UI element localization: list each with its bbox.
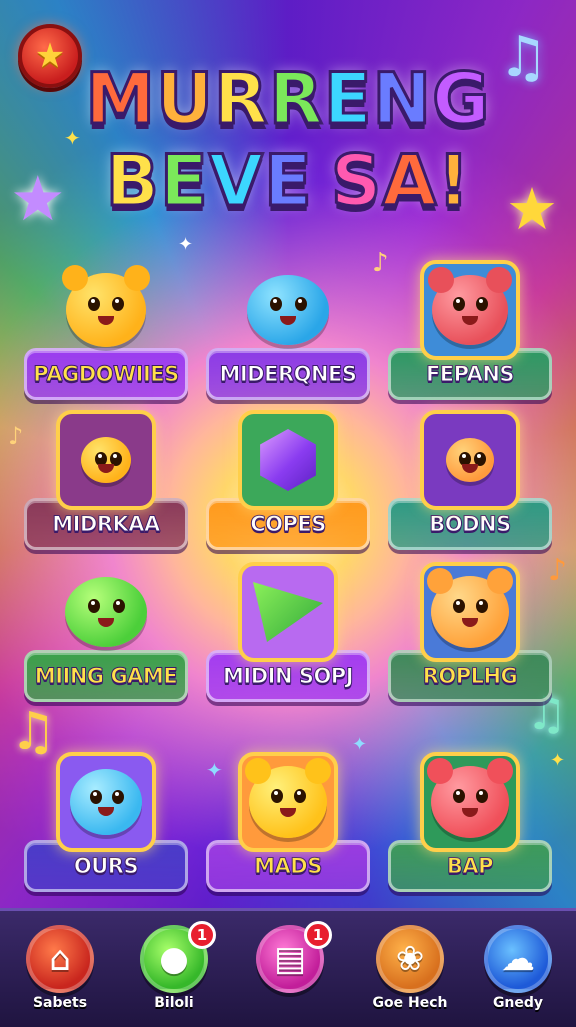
puzzle-icon: ❀ bbox=[395, 939, 425, 979]
game-tile[interactable]: OURS bbox=[24, 752, 188, 892]
candy-group-icon bbox=[420, 410, 520, 510]
title-letter: G bbox=[431, 57, 491, 142]
home-icon: ⌂ bbox=[49, 939, 71, 979]
music-note-icon: ♪ bbox=[372, 248, 389, 278]
title-letter: E bbox=[263, 139, 314, 224]
nav-label: Goe Hech bbox=[372, 995, 448, 1011]
tile-label: BODNS bbox=[429, 512, 512, 537]
green-slice-icon bbox=[238, 562, 338, 662]
cloud-icon: ☁ bbox=[501, 939, 535, 979]
game-tile[interactable]: MIING GAME bbox=[24, 562, 188, 702]
nav-label: Gnedy bbox=[492, 995, 544, 1011]
blue-fish-icon bbox=[56, 752, 156, 852]
nav-item[interactable]: ● 1 Biloli bbox=[126, 919, 222, 1023]
character-group-icon bbox=[56, 410, 156, 510]
title-letter: E bbox=[158, 139, 209, 224]
nav-item[interactable]: ▤ 1 bbox=[242, 919, 338, 1023]
orange-bear-icon bbox=[420, 562, 520, 662]
tile-label: ROPLHG bbox=[422, 664, 518, 689]
nav-label: Biloli bbox=[154, 995, 194, 1011]
title-letter: B bbox=[104, 139, 160, 224]
nav-item[interactable]: ❀ Goe Hech bbox=[362, 919, 458, 1023]
tile-label: BAP bbox=[446, 854, 494, 879]
sparkle-icon: ✦ bbox=[178, 234, 194, 255]
nav-button[interactable]: ⌂ bbox=[26, 925, 94, 993]
notification-badge: 1 bbox=[188, 921, 216, 949]
tile-label: MIDIN SOPJ bbox=[222, 664, 354, 689]
yellow-bear-icon bbox=[56, 260, 156, 360]
nav-button[interactable]: ❀ bbox=[376, 925, 444, 993]
game-tile[interactable]: PAGDOWIIES bbox=[24, 260, 188, 400]
game-tile[interactable]: MIDERQNES bbox=[206, 260, 370, 400]
game-title-line-2: BEVE SA! bbox=[0, 139, 576, 224]
game-tile[interactable]: MIDRKAA bbox=[24, 410, 188, 550]
tile-label: COPES bbox=[250, 512, 327, 537]
tile-label: PAGDOWIIES bbox=[33, 362, 180, 387]
title-letter: S bbox=[329, 139, 383, 224]
title-letter: M bbox=[84, 57, 157, 142]
title-letter: R bbox=[267, 57, 324, 142]
tile-label: MIING GAME bbox=[34, 664, 178, 689]
tile-label: MIDRKAA bbox=[52, 512, 161, 537]
blue-blob-icon bbox=[238, 260, 338, 360]
nav-item[interactable]: ☁ Gnedy bbox=[470, 919, 566, 1023]
red-bunny-icon bbox=[420, 260, 520, 360]
green-frog-icon bbox=[56, 562, 156, 662]
green-critter-icon: ● bbox=[159, 939, 189, 979]
map-card-icon: ▤ bbox=[273, 939, 307, 979]
title-letter: U bbox=[155, 57, 215, 142]
tile-label: OURS bbox=[73, 854, 139, 879]
tile-label: MIDERQNES bbox=[219, 362, 358, 387]
title-letter: ! bbox=[436, 139, 471, 224]
sparkle-icon: ✦ bbox=[550, 750, 566, 771]
title-letter: E bbox=[322, 57, 373, 142]
game-tile[interactable]: FEPANS bbox=[388, 260, 552, 400]
tile-label: MADS bbox=[254, 854, 323, 879]
title-letter: N bbox=[371, 57, 433, 142]
music-note-icon: ♫ bbox=[10, 702, 57, 762]
notification-badge: 1 bbox=[304, 921, 332, 949]
title-letter: R bbox=[212, 57, 269, 142]
nav-label: Sabets bbox=[32, 995, 88, 1011]
yellow-cat-icon bbox=[238, 752, 338, 852]
game-tile[interactable]: MADS bbox=[206, 752, 370, 892]
nav-item[interactable]: ⌂ Sabets bbox=[12, 919, 108, 1023]
game-tile[interactable]: MIDIN SOPJ bbox=[206, 562, 370, 702]
game-tile[interactable]: ROPLHG bbox=[388, 562, 552, 702]
music-note-icon: ♪ bbox=[8, 422, 24, 450]
tile-label: FEPANS bbox=[425, 362, 515, 387]
nav-button[interactable]: ☁ bbox=[484, 925, 552, 993]
game-tile[interactable]: BAP bbox=[388, 752, 552, 892]
game-title-line-1: MURRENG bbox=[0, 57, 576, 142]
red-bear-icon bbox=[420, 752, 520, 852]
title-letter: V bbox=[207, 139, 264, 224]
title-letter: A bbox=[381, 139, 438, 224]
game-tile[interactable]: COPES bbox=[206, 410, 370, 550]
game-tile[interactable]: BODNS bbox=[388, 410, 552, 550]
bottom-navigation-bar: ⌂ Sabets ● 1 Biloli ▤ 1 ❀ Goe Hech ☁ Gnedy bbox=[0, 908, 576, 1027]
purple-gem-icon bbox=[238, 410, 338, 510]
